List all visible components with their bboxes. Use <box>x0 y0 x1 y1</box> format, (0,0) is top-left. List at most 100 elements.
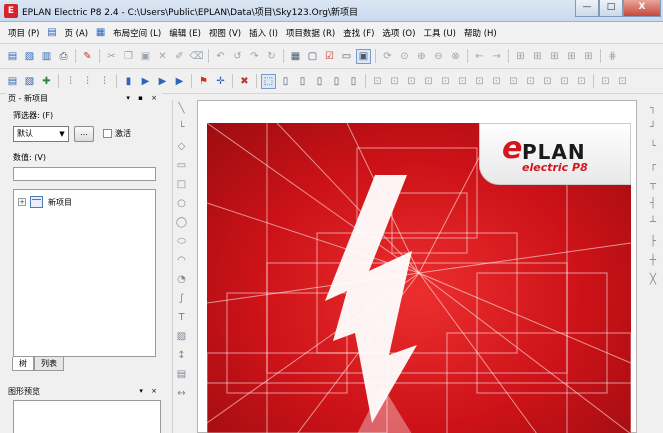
copy-icon[interactable]: ❐ <box>121 49 136 64</box>
chevron-down-icon[interactable]: ▼ <box>56 127 68 141</box>
sheet-a-icon[interactable]: ▯ <box>278 74 293 89</box>
sheet-e-icon[interactable]: ▯ <box>346 74 361 89</box>
terminal-b-icon[interactable]: ⫶ <box>80 74 95 89</box>
format-painter-icon[interactable]: ✐ <box>172 49 187 64</box>
grid-d-icon[interactable]: ⊞ <box>564 49 579 64</box>
dimension-icon[interactable]: ↕ <box>175 349 189 363</box>
graphic-preview-icon[interactable]: ▢ <box>305 49 320 64</box>
square-icon[interactable]: □ <box>175 178 189 192</box>
page-list-icon[interactable]: ▤ <box>5 74 20 89</box>
layout-icon[interactable]: ▦ <box>93 25 108 40</box>
menu-page[interactable]: 页 (A) <box>60 27 92 39</box>
terminal-a-icon[interactable]: ⫶ <box>63 74 78 89</box>
forward-arrow-icon[interactable]: → <box>489 49 504 64</box>
menu-help[interactable]: 帮助 (H) <box>460 27 501 39</box>
tab-list[interactable]: 列表 <box>34 357 64 371</box>
tee-d-icon[interactable]: ├ <box>646 235 660 249</box>
grid-a-icon[interactable]: ⊞ <box>513 49 528 64</box>
panel-controls[interactable]: ▾ ▪ × <box>126 93 160 104</box>
remove-icon[interactable]: ✖ <box>237 74 252 89</box>
symbol-j-icon[interactable]: ⊡ <box>523 74 538 89</box>
menu-find[interactable]: 查找 (F) <box>339 27 378 39</box>
tree-item-new-project[interactable]: 新项目 <box>48 197 72 208</box>
menu-project[interactable]: 项目 (P) <box>4 27 43 39</box>
grid-e-icon[interactable]: ⊞ <box>581 49 596 64</box>
menu-edit[interactable]: 编辑 (E) <box>165 27 205 39</box>
refresh-icon[interactable]: ⟳ <box>380 49 395 64</box>
corner-a-icon[interactable]: ┐ <box>646 102 660 116</box>
sheet-c-icon[interactable]: ▯ <box>312 74 327 89</box>
symbol-l-icon[interactable]: ⊡ <box>557 74 572 89</box>
value-input[interactable] <box>13 167 156 181</box>
image-icon[interactable]: ▨ <box>175 330 189 344</box>
text-icon[interactable]: T <box>175 311 189 325</box>
break-icon[interactable]: ╳ <box>646 273 660 287</box>
tab-tree[interactable]: 树 <box>12 357 34 371</box>
menu-tools[interactable]: 工具 (U) <box>419 27 460 39</box>
hatch-icon[interactable]: ▤ <box>175 368 189 382</box>
corner-b-icon[interactable]: ┘ <box>646 121 660 135</box>
circle-three-point-icon[interactable]: ◯ <box>175 216 189 230</box>
page-new-icon[interactable]: ▧ <box>22 74 37 89</box>
back-arrow-icon[interactable]: ← <box>472 49 487 64</box>
symbol-b-icon[interactable]: ⊡ <box>387 74 402 89</box>
symbol-i-icon[interactable]: ⊡ <box>506 74 521 89</box>
grid-c-icon[interactable]: ⊞ <box>547 49 562 64</box>
zoom-window-icon[interactable]: ⊙ <box>397 49 412 64</box>
tree-expand-icon[interactable]: + <box>18 198 26 206</box>
menu-view[interactable]: 视图 (V) <box>205 27 245 39</box>
zoom-in-icon[interactable]: ⊕ <box>414 49 429 64</box>
page-icon[interactable]: ▤ <box>44 25 59 40</box>
symbol-k-icon[interactable]: ⊡ <box>540 74 555 89</box>
filter-settings-button[interactable]: ... <box>74 126 94 142</box>
panel-controls[interactable]: ▾ × <box>139 386 160 397</box>
corner-d-icon[interactable]: ┌ <box>646 159 660 173</box>
print-icon[interactable]: ⎙ <box>56 49 71 64</box>
symbol-f-icon[interactable]: ⊡ <box>455 74 470 89</box>
symbol-c-icon[interactable]: ⊡ <box>404 74 419 89</box>
menu-project-data[interactable]: 项目数据 (R) <box>282 27 339 39</box>
cross-icon[interactable]: ┼ <box>646 254 660 268</box>
terminal-c-icon[interactable]: ⫶ <box>97 74 112 89</box>
device-a-icon[interactable]: ▮ <box>121 74 136 89</box>
minimize-button[interactable]: — <box>575 0 599 17</box>
menu-options[interactable]: 选项 (O) <box>378 27 419 39</box>
tee-a-icon[interactable]: ┬ <box>646 178 660 192</box>
symbol-e-icon[interactable]: ⊡ <box>438 74 453 89</box>
close-button[interactable]: X <box>623 0 661 17</box>
ellipse-icon[interactable]: ⬭ <box>175 235 189 249</box>
menu-layout-space[interactable]: 布局空间 (L) <box>109 27 165 39</box>
polyline-icon[interactable]: └ <box>175 121 189 135</box>
page-tree[interactable]: + 新项目 <box>13 189 156 357</box>
screen-icon[interactable]: ▣ <box>356 48 371 64</box>
sector-icon[interactable]: ◔ <box>175 273 189 287</box>
maximize-button[interactable]: □ <box>599 0 623 17</box>
symbol-g-icon[interactable]: ⊡ <box>472 74 487 89</box>
grid-b-icon[interactable]: ⊞ <box>530 49 545 64</box>
symbol-a-icon[interactable]: ⊡ <box>370 74 385 89</box>
sheet-b-icon[interactable]: ▯ <box>295 74 310 89</box>
rectangle-icon[interactable]: ▭ <box>175 159 189 173</box>
select-pointer-icon[interactable]: ⬚ <box>261 73 276 89</box>
window-icon[interactable]: ▭ <box>339 49 354 64</box>
filter-dropdown[interactable]: 默认 ▼ <box>13 126 69 142</box>
zoom-fit-icon[interactable]: ⊗ <box>448 49 463 64</box>
cut-icon[interactable]: ✂ <box>104 49 119 64</box>
corner-c-icon[interactable]: └ <box>646 140 660 154</box>
device-c-icon[interactable]: ▶ <box>155 74 170 89</box>
puzzle-icon[interactable]: ✚ <box>39 74 54 89</box>
symbol-h-icon[interactable]: ⊡ <box>489 74 504 89</box>
graphical-editor-canvas[interactable]: e PLAN electric P8 <box>197 100 637 433</box>
menu-insert[interactable]: 插入 (I) <box>245 27 282 39</box>
spline-icon[interactable]: ∫ <box>175 292 189 306</box>
page-navigator-icon[interactable]: ▦ <box>288 49 303 64</box>
paste-icon[interactable]: ▣ <box>138 49 153 64</box>
redo-list-icon[interactable]: ↻ <box>264 49 279 64</box>
tee-c-icon[interactable]: ┴ <box>646 216 660 230</box>
delete-icon[interactable]: ✕ <box>155 49 170 64</box>
undo-icon[interactable]: ↶ <box>213 49 228 64</box>
arc-icon[interactable]: ◠ <box>175 254 189 268</box>
polygon-icon[interactable]: ◇ <box>175 140 189 154</box>
circle-icon[interactable]: ○ <box>175 197 189 211</box>
snap-grid-icon[interactable]: ⋕ <box>605 49 620 64</box>
